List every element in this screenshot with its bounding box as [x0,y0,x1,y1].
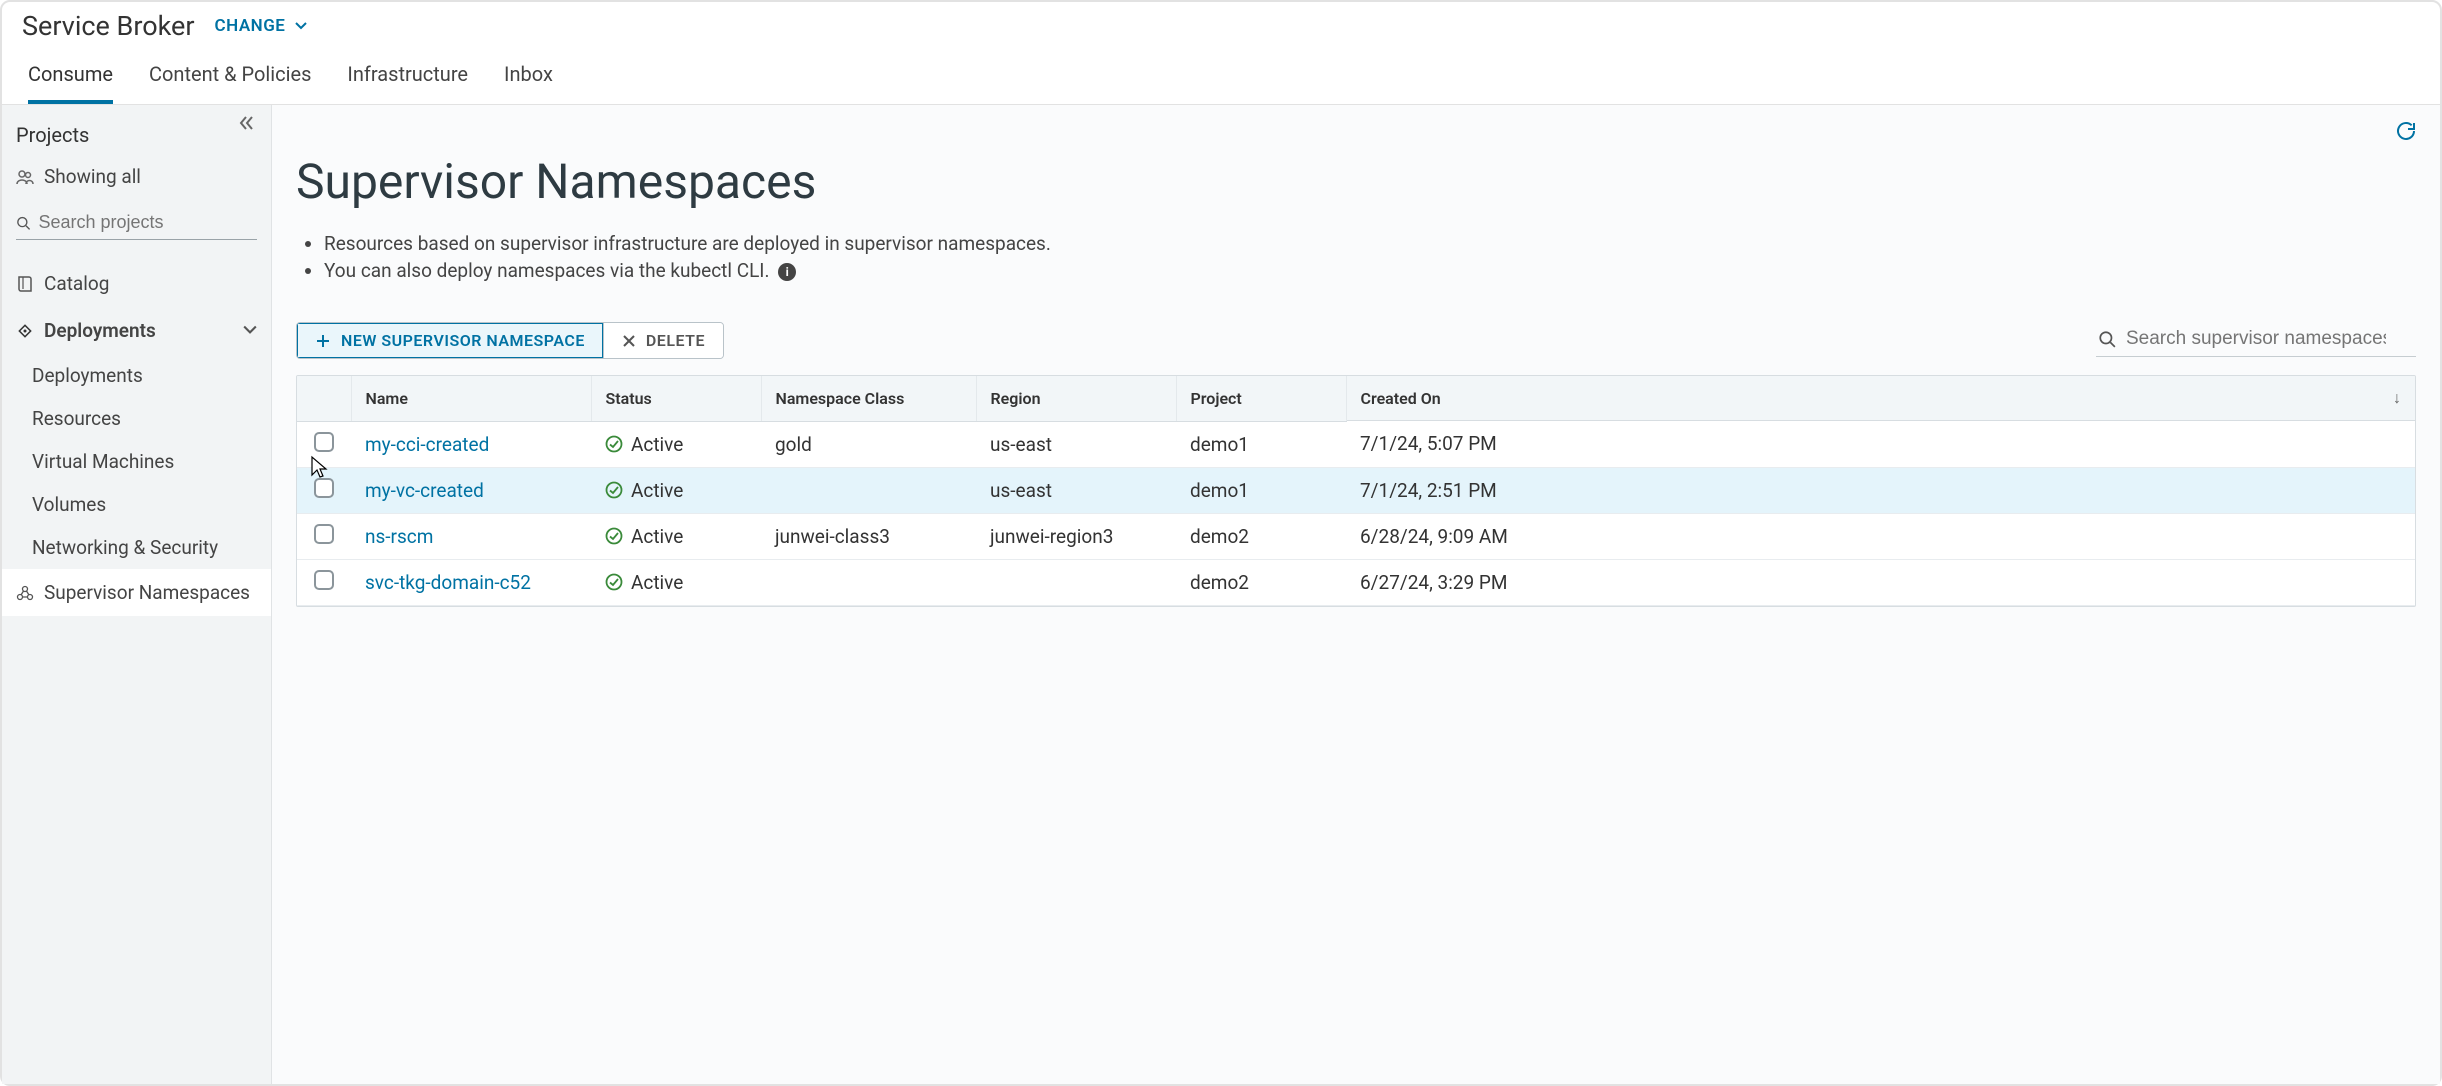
book-icon [16,275,34,293]
app-title: Service Broker [22,10,195,42]
table-row[interactable]: my-vc-created Active us-eastdemo17/1/24, 2… [297,467,2415,513]
row-checkbox[interactable] [314,478,334,498]
status-ok-icon [605,481,623,499]
project-cell: demo2 [1176,559,1346,605]
created-cell: 7/1/24, 5:07 PM [1346,421,2415,467]
main-panel: Supervisor Namespaces Resources based on… [272,105,2440,1084]
refresh-icon [2394,119,2418,143]
namespaces-table: Name Status Namespace Class Region Proje… [296,375,2416,607]
sidebar-sub-deployments[interactable]: Deployments [2,354,271,397]
search-icon [2098,330,2116,348]
column-created-on[interactable]: Created On ↓ [1347,376,2416,421]
toolbar: NEW SUPERVISOR NAMESPACE DELETE [296,322,2416,359]
namespace-class-cell: gold [761,421,976,467]
delete-btn-label: DELETE [646,331,705,350]
column-region[interactable]: Region [976,376,1176,421]
description-line-2: You can also deploy namespaces via the k… [324,259,2416,282]
region-cell: us-east [976,467,1176,513]
row-checkbox[interactable] [314,570,334,590]
new-supervisor-namespace-button[interactable]: NEW SUPERVISOR NAMESPACE [297,323,603,358]
namespace-name-link[interactable]: svc-tkg-domain-c52 [365,571,531,594]
table-row[interactable]: svc-tkg-domain-c52 Active demo26/27/24, 3:… [297,559,2415,605]
change-label: CHANGE [215,16,286,36]
column-name[interactable]: Name [351,376,591,421]
close-icon [622,334,636,348]
status-text: Active [631,433,683,456]
sidebar-deployments[interactable]: Deployments [2,307,271,354]
sidebar-catalog[interactable]: Catalog [2,260,271,307]
table-row[interactable]: ns-rscm Active junwei-class3junwei-region3… [297,513,2415,559]
region-cell: junwei-region3 [976,513,1176,559]
projects-heading: Projects [2,105,271,153]
showing-all-label: Showing all [44,165,141,188]
column-checkbox [297,376,351,421]
table-row[interactable]: my-cci-created Active goldus-eastdemo17/1/… [297,421,2415,467]
supervisor-ns-label: Supervisor Namespaces [44,581,250,604]
sort-descending-icon: ↓ [2393,388,2401,408]
change-button[interactable]: CHANGE [215,16,308,36]
created-cell: 6/28/24, 9:09 AM [1346,513,2415,559]
status-ok-icon [605,527,623,545]
plus-icon [315,333,331,349]
namespace-class-cell: junwei-class3 [761,513,976,559]
search-namespaces-input[interactable] [2126,328,2386,350]
sidebar-supervisor-namespaces[interactable]: Supervisor Namespaces [2,569,271,616]
description-list: Resources based on supervisor infrastruc… [324,228,2416,286]
status-text: Active [631,525,683,548]
chevron-double-left-icon [237,113,257,133]
sidebar-sub-virtual-machines[interactable]: Virtual Machines [2,440,271,483]
tab-consume[interactable]: Consume [28,52,113,104]
main-tabs: Consume Content & Policies Infrastructur… [2,42,2440,105]
sidebar: Projects Showing all [2,105,272,1084]
created-cell: 6/27/24, 3:29 PM [1346,559,2415,605]
sidebar-showing-all[interactable]: Showing all [2,153,271,200]
deployments-label: Deployments [44,319,156,342]
search-namespaces[interactable] [2096,324,2416,357]
header: Service Broker CHANGE [2,2,2440,42]
namespace-name-link[interactable]: ns-rscm [365,525,433,548]
namespace-name-link[interactable]: my-vc-created [365,479,484,502]
action-button-group: NEW SUPERVISOR NAMESPACE DELETE [296,322,724,359]
search-icon [16,215,31,231]
chevron-down-icon [295,20,307,32]
status-text: Active [631,479,683,502]
users-icon [16,168,34,186]
search-projects-input[interactable] [39,212,258,233]
sidebar-sub-resources[interactable]: Resources [2,397,271,440]
info-icon[interactable]: i [778,263,796,281]
status-text: Active [631,571,683,594]
namespace-class-cell [761,559,976,605]
row-checkbox[interactable] [314,432,334,452]
page-title: Supervisor Namespaces [296,153,2416,210]
namespace-class-cell [761,467,976,513]
deployments-icon [16,322,34,340]
column-project[interactable]: Project [1176,376,1346,421]
region-cell: us-east [976,421,1176,467]
collapse-sidebar-button[interactable] [237,113,257,137]
column-namespace-class[interactable]: Namespace Class [761,376,976,421]
project-cell: demo2 [1176,513,1346,559]
region-cell [976,559,1176,605]
description-line-1: Resources based on supervisor infrastruc… [324,232,2416,255]
sidebar-sub-networking[interactable]: Networking & Security [2,526,271,569]
delete-button[interactable]: DELETE [603,323,723,358]
project-cell: demo1 [1176,421,1346,467]
catalog-label: Catalog [44,272,109,295]
sidebar-sub-volumes[interactable]: Volumes [2,483,271,526]
tab-infrastructure[interactable]: Infrastructure [347,52,468,104]
sidebar-search-projects[interactable] [16,208,257,240]
namespace-icon [16,584,34,602]
tab-inbox[interactable]: Inbox [504,52,553,104]
refresh-button[interactable] [2394,119,2418,147]
status-ok-icon [605,573,623,591]
namespace-name-link[interactable]: my-cci-created [365,433,489,456]
project-cell: demo1 [1176,467,1346,513]
created-cell: 7/1/24, 2:51 PM [1346,467,2415,513]
status-ok-icon [605,435,623,453]
new-btn-label: NEW SUPERVISOR NAMESPACE [341,331,585,350]
row-checkbox[interactable] [314,524,334,544]
column-status[interactable]: Status [591,376,761,421]
tab-content-policies[interactable]: Content & Policies [149,52,311,104]
chevron-down-icon [243,319,257,342]
